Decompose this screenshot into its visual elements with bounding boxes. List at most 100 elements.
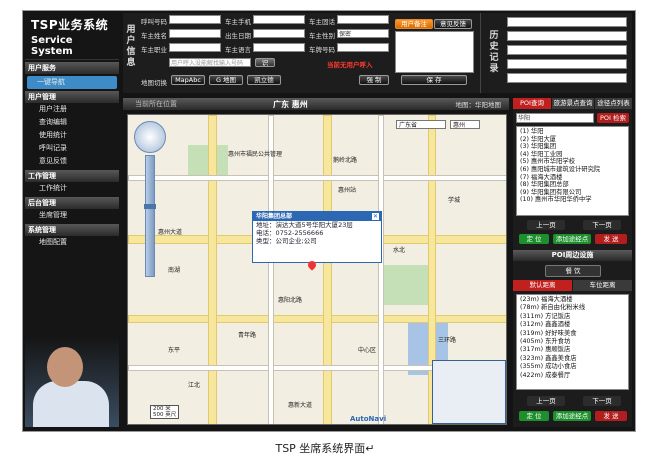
city-select[interactable]: 惠州 <box>450 120 480 129</box>
sidebar-item-register[interactable]: 用户注册 <box>25 103 119 116</box>
map-view[interactable]: 惠州市福民公共管理 惠州站 南湖 学城 惠阳北路 惠州大道 中心区 江北 鹅岭北… <box>127 114 507 425</box>
user-info-label: 用户信息 <box>126 25 136 68</box>
poi-result-list[interactable]: (1) 华阳 (2) 华阳大厦 (3) 华阳集团 (4) 华阳工业园 (5) 惠… <box>516 126 629 216</box>
owner-phone-field[interactable] <box>337 15 389 24</box>
popup-address: 地址：演达大道5号华阳大厦23层 <box>256 221 353 229</box>
history-row-4[interactable] <box>507 59 627 69</box>
map-road <box>128 315 506 323</box>
around-send-button[interactable]: 发 送 <box>595 411 627 421</box>
history-row-5[interactable] <box>507 73 627 83</box>
map-label: 江北 <box>188 382 201 389</box>
owner-name-field[interactable] <box>169 29 221 38</box>
tab-poi-query[interactable]: POI查询 <box>513 98 551 109</box>
label-owner-mobile: 车主手机 <box>225 18 251 26</box>
force-button[interactable]: 强 制 <box>359 75 389 85</box>
poi-search-input[interactable]: 华阳 <box>516 113 594 123</box>
birthdate-field[interactable] <box>253 29 305 38</box>
sidebar-item-work-stats[interactable]: 工作统计 <box>25 182 119 195</box>
list-item[interactable]: (8) 华阳集团总部 <box>520 181 625 189</box>
map-mapabc-button[interactable]: MapAbc <box>171 75 205 85</box>
list-item[interactable]: (319m) 好好味美食 <box>520 330 625 338</box>
tab-waypoint-list[interactable]: 途径点列表 <box>595 98 632 109</box>
history-row-1[interactable] <box>507 17 627 27</box>
sidebar-item-usage-stats[interactable]: 使用统计 <box>25 129 119 142</box>
poi-send-button[interactable]: 发 送 <box>595 234 627 244</box>
map-label: 学城 <box>448 197 461 204</box>
map-overview[interactable] <box>432 360 506 424</box>
section-user-service[interactable]: 用户服务 <box>25 62 119 74</box>
list-item[interactable]: (5) 惠州市华阳学校 <box>520 158 625 166</box>
sidebar-item-one-key-nav[interactable]: 一键导航 <box>27 76 117 89</box>
list-item[interactable]: (355m) 成功小食店 <box>520 363 625 371</box>
tab-scenic-query[interactable]: 旅游景点查询 <box>552 98 594 109</box>
map-label: 惠州大道 <box>158 229 183 236</box>
list-item[interactable]: (78m) 新自由化粉米线 <box>520 304 625 312</box>
label-owner-name: 车主姓名 <box>141 32 167 40</box>
section-system[interactable]: 系统管理 <box>25 224 119 236</box>
owner-mobile-field[interactable] <box>253 15 305 24</box>
save-button[interactable]: 保 存 <box>401 75 467 85</box>
poi-search-button[interactable]: POI 检索 <box>597 113 629 123</box>
list-item[interactable]: (312m) 鑫鑫酒楼 <box>520 321 625 329</box>
list-item[interactable]: (1) 华阳 <box>520 128 625 136</box>
gender-field[interactable]: 保密 <box>337 29 389 38</box>
list-item[interactable]: (311m) 方记饭店 <box>520 313 625 321</box>
list-item[interactable]: (3) 华阳集团 <box>520 143 625 151</box>
poi-popup: 华阳集团总部 ✕ 地址：演达大道5号华阳大厦23层 电话：0752-255666… <box>252 211 382 263</box>
poi-locate-button[interactable]: 定 位 <box>519 234 549 244</box>
map-header: 当前所在位置 广东 惠州 地图：华阳地图 <box>123 98 509 110</box>
list-item[interactable]: (422m) 成泰餐厅 <box>520 372 625 380</box>
sidebar-item-feedback[interactable]: 意见反馈 <box>25 155 119 168</box>
sidebar-item-query-edit[interactable]: 查询编辑 <box>25 116 119 129</box>
around-next-button[interactable]: 下一页 <box>583 396 621 406</box>
list-item[interactable]: (317m) 惠顺饭店 <box>520 346 625 354</box>
occupation-field[interactable] <box>169 43 221 52</box>
list-item[interactable]: (10) 惠州市华阳华侨中学 <box>520 196 625 204</box>
label-map-switch: 地图切换 <box>141 79 167 87</box>
label-language: 车主语言 <box>225 46 251 54</box>
sidebar: TSP业务系统 Service System 用户服务 一键导航 用户管理 用户… <box>25 13 119 427</box>
identify-button[interactable]: 识 <box>255 58 275 67</box>
poi-next-button[interactable]: 下一页 <box>583 220 621 230</box>
brand-logo: TSP业务系统 Service System <box>25 13 119 60</box>
language-field[interactable] <box>253 43 305 52</box>
zoom-knob[interactable] <box>144 204 156 209</box>
popup-phone: 电话：0752-2556666 <box>256 229 324 237</box>
around-add-waypoint-button[interactable]: 添加途经点 <box>553 411 591 421</box>
map-label: 南湖 <box>168 267 181 274</box>
poi-add-waypoint-button[interactable]: 添加途经点 <box>553 234 591 244</box>
map-g-button[interactable]: G 地图 <box>209 75 243 85</box>
poi-prev-button[interactable]: 上一页 <box>527 220 565 230</box>
list-item[interactable]: (323m) 鑫鑫美食店 <box>520 355 625 363</box>
plate-field[interactable] <box>337 43 389 52</box>
call-number-field[interactable] <box>169 15 221 24</box>
section-user-manage[interactable]: 用户管理 <box>25 91 119 103</box>
sidebar-item-seat-manage[interactable]: 坐席管理 <box>25 209 119 222</box>
around-result-list[interactable]: (23m) 福海大酒楼 (78m) 新自由化粉米线 (311m) 方记饭店 (3… <box>516 294 629 390</box>
sidebar-item-map-config[interactable]: 地图配置 <box>25 236 119 249</box>
close-icon[interactable]: ✕ <box>372 213 379 220</box>
section-work-manage[interactable]: 工作管理 <box>25 170 119 182</box>
remark-textarea[interactable] <box>395 31 474 73</box>
map-road <box>208 115 217 424</box>
around-locate-button[interactable]: 定 位 <box>519 411 549 421</box>
map-kld-button[interactable]: 凯立德 <box>247 75 281 85</box>
list-item[interactable]: (6) 惠阳城市建筑设计研究院 <box>520 166 625 174</box>
section-backend[interactable]: 后台管理 <box>25 197 119 209</box>
history-row-3[interactable] <box>507 45 627 55</box>
tab-car-distance[interactable]: 车位距离 <box>573 280 632 291</box>
around-category-select[interactable]: 餐 饮 <box>545 265 601 277</box>
tab-feedback[interactable]: 意见反馈 <box>434 19 472 29</box>
map-park <box>378 265 428 305</box>
map-zoom-slider[interactable] <box>144 155 156 277</box>
sidebar-item-call-log[interactable]: 呼叫记录 <box>25 142 119 155</box>
history-row-2[interactable] <box>507 31 627 41</box>
around-title: POI周边设施 <box>513 250 632 261</box>
map-pan-control[interactable] <box>134 121 166 153</box>
tab-user-remark[interactable]: 用户备注 <box>395 19 433 29</box>
tab-default-distance[interactable]: 默认距离 <box>513 280 572 291</box>
province-select[interactable]: 广东省 <box>396 120 446 129</box>
remark-input[interactable]: 用户呼入没能解找输入号码 <box>169 58 251 67</box>
around-prev-button[interactable]: 上一页 <box>527 396 565 406</box>
label-owner-phone: 车主固话 <box>309 18 335 26</box>
